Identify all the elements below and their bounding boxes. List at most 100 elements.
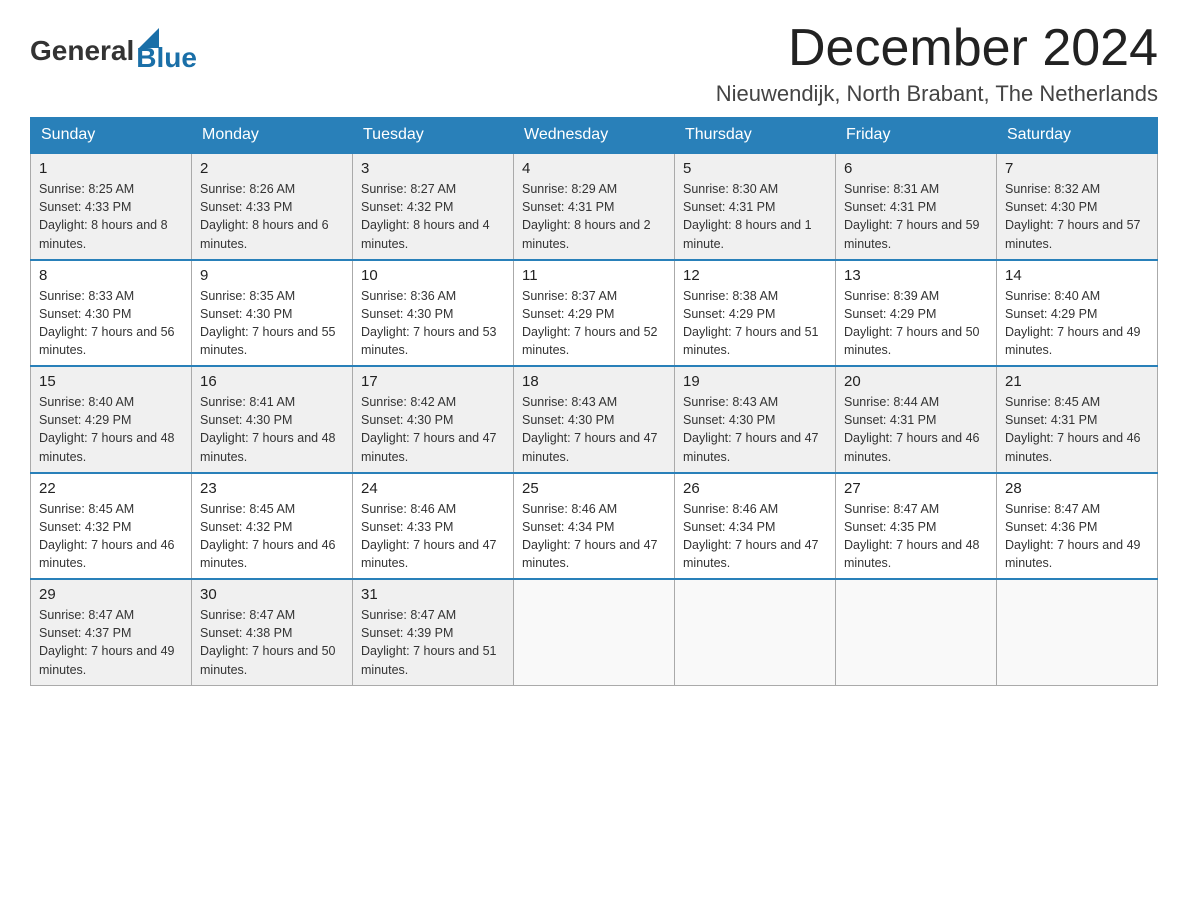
day-number: 16 bbox=[200, 373, 344, 390]
sunset-label: Sunset: 4:33 PM bbox=[200, 200, 292, 214]
header-wednesday: Wednesday bbox=[514, 118, 675, 154]
sunset-label: Sunset: 4:30 PM bbox=[361, 413, 453, 427]
sunset-label: Sunset: 4:32 PM bbox=[361, 200, 453, 214]
day-number: 19 bbox=[683, 373, 827, 390]
sunrise-label: Sunrise: 8:32 AM bbox=[1005, 182, 1100, 196]
day-info: Sunrise: 8:31 AM Sunset: 4:31 PM Dayligh… bbox=[844, 180, 988, 253]
day-number: 2 bbox=[200, 160, 344, 177]
sunrise-label: Sunrise: 8:47 AM bbox=[1005, 502, 1100, 516]
daylight-label: Daylight: 7 hours and 55 minutes. bbox=[200, 325, 336, 357]
table-row: 1 Sunrise: 8:25 AM Sunset: 4:33 PM Dayli… bbox=[31, 153, 192, 260]
day-number: 17 bbox=[361, 373, 505, 390]
sunrise-label: Sunrise: 8:47 AM bbox=[200, 608, 295, 622]
daylight-label: Daylight: 7 hours and 47 minutes. bbox=[683, 431, 819, 463]
sunset-label: Sunset: 4:36 PM bbox=[1005, 520, 1097, 534]
daylight-label: Daylight: 7 hours and 53 minutes. bbox=[361, 325, 497, 357]
day-info: Sunrise: 8:29 AM Sunset: 4:31 PM Dayligh… bbox=[522, 180, 666, 253]
logo-blue-text: Blue bbox=[136, 42, 197, 74]
daylight-label: Daylight: 7 hours and 49 minutes. bbox=[1005, 325, 1141, 357]
daylight-label: Daylight: 8 hours and 6 minutes. bbox=[200, 218, 329, 250]
day-number: 31 bbox=[361, 586, 505, 603]
daylight-label: Daylight: 7 hours and 47 minutes. bbox=[361, 538, 497, 570]
daylight-label: Daylight: 7 hours and 47 minutes. bbox=[522, 431, 658, 463]
day-number: 14 bbox=[1005, 267, 1149, 284]
day-number: 25 bbox=[522, 480, 666, 497]
table-row: 17 Sunrise: 8:42 AM Sunset: 4:30 PM Dayl… bbox=[353, 366, 514, 473]
day-info: Sunrise: 8:30 AM Sunset: 4:31 PM Dayligh… bbox=[683, 180, 827, 253]
daylight-label: Daylight: 8 hours and 8 minutes. bbox=[39, 218, 168, 250]
sunset-label: Sunset: 4:29 PM bbox=[1005, 307, 1097, 321]
table-row: 9 Sunrise: 8:35 AM Sunset: 4:30 PM Dayli… bbox=[192, 260, 353, 367]
day-info: Sunrise: 8:40 AM Sunset: 4:29 PM Dayligh… bbox=[1005, 287, 1149, 360]
day-number: 9 bbox=[200, 267, 344, 284]
sunset-label: Sunset: 4:39 PM bbox=[361, 626, 453, 640]
day-number: 8 bbox=[39, 267, 183, 284]
day-info: Sunrise: 8:35 AM Sunset: 4:30 PM Dayligh… bbox=[200, 287, 344, 360]
sunset-label: Sunset: 4:30 PM bbox=[200, 413, 292, 427]
table-row bbox=[675, 579, 836, 685]
logo-general-text: General bbox=[30, 35, 134, 67]
sunset-label: Sunset: 4:30 PM bbox=[39, 307, 131, 321]
table-row: 16 Sunrise: 8:41 AM Sunset: 4:30 PM Dayl… bbox=[192, 366, 353, 473]
sunrise-label: Sunrise: 8:39 AM bbox=[844, 289, 939, 303]
day-info: Sunrise: 8:43 AM Sunset: 4:30 PM Dayligh… bbox=[683, 393, 827, 466]
day-info: Sunrise: 8:39 AM Sunset: 4:29 PM Dayligh… bbox=[844, 287, 988, 360]
table-row: 11 Sunrise: 8:37 AM Sunset: 4:29 PM Dayl… bbox=[514, 260, 675, 367]
day-info: Sunrise: 8:36 AM Sunset: 4:30 PM Dayligh… bbox=[361, 287, 505, 360]
day-info: Sunrise: 8:46 AM Sunset: 4:34 PM Dayligh… bbox=[683, 500, 827, 573]
sunrise-label: Sunrise: 8:29 AM bbox=[522, 182, 617, 196]
daylight-label: Daylight: 7 hours and 48 minutes. bbox=[39, 431, 175, 463]
table-row bbox=[997, 579, 1158, 685]
sunrise-label: Sunrise: 8:26 AM bbox=[200, 182, 295, 196]
sunrise-label: Sunrise: 8:36 AM bbox=[361, 289, 456, 303]
day-number: 5 bbox=[683, 160, 827, 177]
day-info: Sunrise: 8:41 AM Sunset: 4:30 PM Dayligh… bbox=[200, 393, 344, 466]
day-number: 24 bbox=[361, 480, 505, 497]
daylight-label: Daylight: 7 hours and 46 minutes. bbox=[39, 538, 175, 570]
table-row: 19 Sunrise: 8:43 AM Sunset: 4:30 PM Dayl… bbox=[675, 366, 836, 473]
sunrise-label: Sunrise: 8:30 AM bbox=[683, 182, 778, 196]
table-row: 26 Sunrise: 8:46 AM Sunset: 4:34 PM Dayl… bbox=[675, 473, 836, 580]
table-row: 29 Sunrise: 8:47 AM Sunset: 4:37 PM Dayl… bbox=[31, 579, 192, 685]
table-row: 21 Sunrise: 8:45 AM Sunset: 4:31 PM Dayl… bbox=[997, 366, 1158, 473]
day-number: 22 bbox=[39, 480, 183, 497]
sunset-label: Sunset: 4:30 PM bbox=[522, 413, 614, 427]
daylight-label: Daylight: 7 hours and 51 minutes. bbox=[361, 644, 497, 676]
sunset-label: Sunset: 4:35 PM bbox=[844, 520, 936, 534]
sunrise-label: Sunrise: 8:38 AM bbox=[683, 289, 778, 303]
table-row: 13 Sunrise: 8:39 AM Sunset: 4:29 PM Dayl… bbox=[836, 260, 997, 367]
sunrise-label: Sunrise: 8:40 AM bbox=[1005, 289, 1100, 303]
table-row: 15 Sunrise: 8:40 AM Sunset: 4:29 PM Dayl… bbox=[31, 366, 192, 473]
day-number: 28 bbox=[1005, 480, 1149, 497]
sunset-label: Sunset: 4:31 PM bbox=[1005, 413, 1097, 427]
day-number: 6 bbox=[844, 160, 988, 177]
sunrise-label: Sunrise: 8:41 AM bbox=[200, 395, 295, 409]
header-thursday: Thursday bbox=[675, 118, 836, 154]
day-number: 11 bbox=[522, 267, 666, 284]
daylight-label: Daylight: 7 hours and 57 minutes. bbox=[1005, 218, 1141, 250]
day-info: Sunrise: 8:42 AM Sunset: 4:30 PM Dayligh… bbox=[361, 393, 505, 466]
daylight-label: Daylight: 7 hours and 47 minutes. bbox=[361, 431, 497, 463]
sunrise-label: Sunrise: 8:35 AM bbox=[200, 289, 295, 303]
sunset-label: Sunset: 4:30 PM bbox=[361, 307, 453, 321]
day-info: Sunrise: 8:27 AM Sunset: 4:32 PM Dayligh… bbox=[361, 180, 505, 253]
daylight-label: Daylight: 7 hours and 51 minutes. bbox=[683, 325, 819, 357]
week-row-4: 22 Sunrise: 8:45 AM Sunset: 4:32 PM Dayl… bbox=[31, 473, 1158, 580]
day-number: 20 bbox=[844, 373, 988, 390]
sunrise-label: Sunrise: 8:46 AM bbox=[522, 502, 617, 516]
day-number: 7 bbox=[1005, 160, 1149, 177]
daylight-label: Daylight: 7 hours and 50 minutes. bbox=[200, 644, 336, 676]
day-number: 13 bbox=[844, 267, 988, 284]
logo-blue-part: Blue bbox=[136, 28, 197, 74]
sunset-label: Sunset: 4:32 PM bbox=[39, 520, 131, 534]
sunset-label: Sunset: 4:33 PM bbox=[361, 520, 453, 534]
table-row: 2 Sunrise: 8:26 AM Sunset: 4:33 PM Dayli… bbox=[192, 153, 353, 260]
day-info: Sunrise: 8:47 AM Sunset: 4:39 PM Dayligh… bbox=[361, 606, 505, 679]
table-row: 4 Sunrise: 8:29 AM Sunset: 4:31 PM Dayli… bbox=[514, 153, 675, 260]
sunrise-label: Sunrise: 8:31 AM bbox=[844, 182, 939, 196]
sunset-label: Sunset: 4:31 PM bbox=[844, 413, 936, 427]
week-row-2: 8 Sunrise: 8:33 AM Sunset: 4:30 PM Dayli… bbox=[31, 260, 1158, 367]
table-row: 30 Sunrise: 8:47 AM Sunset: 4:38 PM Dayl… bbox=[192, 579, 353, 685]
day-number: 26 bbox=[683, 480, 827, 497]
table-row: 31 Sunrise: 8:47 AM Sunset: 4:39 PM Dayl… bbox=[353, 579, 514, 685]
